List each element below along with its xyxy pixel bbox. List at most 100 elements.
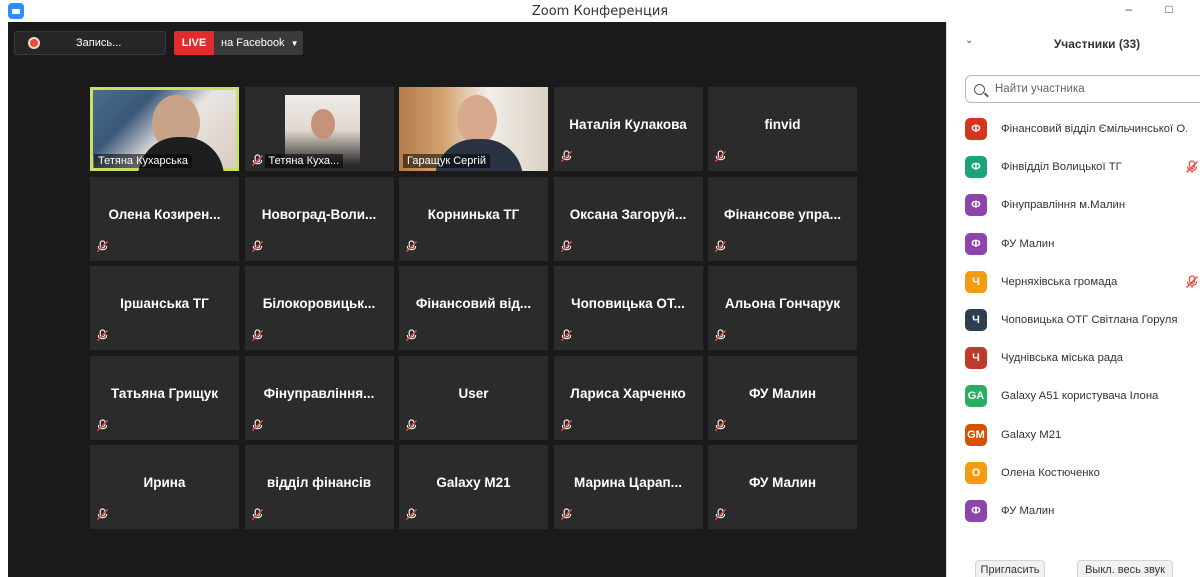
participant-list-name: Galaxy A51 користувача Ілона bbox=[1001, 390, 1159, 403]
live-destination-label: на Facebook bbox=[221, 37, 285, 49]
muted-mic-icon bbox=[251, 418, 264, 432]
participant-tile[interactable]: User bbox=[399, 355, 548, 440]
participant-list-item[interactable]: Ф Фінвідділ Волицької ТГ bbox=[947, 148, 1200, 186]
live-badge: LIVE bbox=[174, 31, 214, 55]
muted-mic-icon bbox=[251, 239, 264, 253]
participant-name: Олена Козирен... bbox=[108, 206, 221, 222]
participant-list-name: ФУ Малин bbox=[1001, 237, 1055, 250]
participant-list-item[interactable]: Ф Фінансовий відділ Ємільчинської О... bbox=[947, 110, 1200, 148]
participant-tile[interactable]: Наталія Кулакова bbox=[553, 87, 703, 171]
participant-list-item[interactable]: GA Galaxy A51 користувача Ілона bbox=[947, 377, 1200, 415]
participant-name: Білокоровицьк... bbox=[262, 296, 376, 311]
participant-list-name: Чоповицька ОТГ Світлана Горуля bbox=[1001, 314, 1178, 327]
minimize-icon[interactable]: – bbox=[1120, 2, 1138, 16]
participant-tile[interactable]: Білокоровицьк... bbox=[244, 266, 394, 350]
participant-list-item[interactable]: Ф ФУ Малин bbox=[947, 225, 1200, 263]
participant-list-name: Фінуправління м.Малин bbox=[1001, 199, 1126, 212]
participant-tile[interactable]: Тетяна Куха... bbox=[244, 87, 394, 171]
avatar: Ф bbox=[965, 118, 987, 141]
maximize-icon[interactable]: □ bbox=[1160, 2, 1178, 16]
panel-footer: Пригласить Выкл. весь звук bbox=[947, 560, 1200, 577]
participant-list-item[interactable]: Ч Чоповицька ОТГ Світлана Горуля bbox=[947, 301, 1200, 339]
recording-label: Запись... bbox=[76, 37, 122, 49]
muted-mic-icon bbox=[560, 508, 573, 521]
participant-list-name: ФУ Малин bbox=[1001, 504, 1055, 517]
muted-mic-icon[interactable] bbox=[1185, 275, 1199, 289]
muted-mic-icon bbox=[714, 329, 727, 342]
participant-tile[interactable]: Іршанська ТГ bbox=[90, 266, 239, 350]
participant-list-item[interactable]: Ч Черняхівська громада bbox=[947, 263, 1200, 301]
avatar: Ч bbox=[965, 309, 987, 332]
live-destination-dropdown[interactable]: на Facebook ▼ bbox=[214, 31, 303, 55]
participant-tile[interactable]: ФУ Малин bbox=[708, 355, 857, 440]
panel-header: ⌄ Участники (33) bbox=[947, 22, 1200, 66]
participant-name: Оксана Загоруй... bbox=[569, 206, 687, 222]
search-icon bbox=[974, 83, 985, 95]
participant-list-item[interactable]: Ф ФУ Малин bbox=[947, 492, 1200, 530]
participant-name: Ирина bbox=[143, 475, 186, 490]
participant-tile[interactable]: Татьяна Грищук bbox=[90, 355, 239, 440]
video-feed-face bbox=[310, 109, 335, 139]
muted-mic-icon bbox=[96, 239, 109, 253]
participant-list-item[interactable]: О Олена Костюченко bbox=[947, 454, 1200, 492]
participant-tile[interactable]: Тетяна Кухарська bbox=[90, 87, 239, 171]
muted-mic-icon bbox=[405, 418, 418, 432]
participant-tile[interactable]: Марина Царап... bbox=[553, 445, 703, 529]
mute-all-button[interactable]: Выкл. весь звук bbox=[1077, 560, 1173, 577]
participant-name: Іршанська ТГ bbox=[120, 296, 209, 311]
recording-indicator[interactable]: Запись... bbox=[14, 31, 166, 55]
muted-mic-icon bbox=[405, 329, 418, 342]
participant-name: Тетяна Кухарська bbox=[94, 154, 193, 168]
muted-mic-icon bbox=[96, 418, 109, 432]
muted-mic-icon bbox=[560, 418, 573, 432]
avatar: GM bbox=[965, 423, 987, 446]
participant-list-name: Черняхівська громада bbox=[1001, 275, 1118, 288]
participant-tile[interactable]: Альона Гончарук bbox=[708, 266, 857, 350]
participant-name: Фінуправління... bbox=[263, 385, 375, 401]
participant-list-item[interactable]: Ф Фінуправління м.Малин bbox=[947, 186, 1200, 224]
participant-search[interactable] bbox=[965, 75, 1200, 103]
participant-tile[interactable]: Гаращук Сергій bbox=[399, 87, 548, 171]
participant-name: відділ фінансів bbox=[266, 475, 372, 490]
muted-mic-icon bbox=[251, 329, 264, 342]
invite-button[interactable]: Пригласить bbox=[975, 560, 1045, 577]
participant-tile[interactable]: ФУ Малин bbox=[708, 445, 857, 529]
participant-list-name: Олена Костюченко bbox=[1001, 466, 1100, 479]
participant-tile[interactable]: Фінансовий від... bbox=[399, 266, 548, 350]
participant-tile[interactable]: Новоград-Воли... bbox=[244, 176, 394, 261]
participant-tile[interactable]: Оксана Загоруй... bbox=[553, 176, 703, 261]
participant-tile[interactable]: Ирина bbox=[90, 445, 239, 529]
muted-mic-icon[interactable] bbox=[1185, 160, 1199, 174]
participant-name: Лариса Харченко bbox=[570, 385, 686, 401]
participant-name: ФУ Малин bbox=[748, 385, 817, 401]
participant-tile[interactable]: Корнинька ТГ bbox=[399, 176, 548, 261]
search-input[interactable] bbox=[995, 83, 1195, 95]
participant-list-name: Чуднівська міська рада bbox=[1001, 352, 1124, 365]
muted-mic-icon bbox=[251, 508, 264, 521]
participant-tile[interactable]: finvid bbox=[708, 87, 857, 171]
participant-list-item[interactable]: GM Galaxy M21 bbox=[947, 416, 1200, 454]
avatar: Ч bbox=[965, 347, 987, 370]
muted-mic-icon bbox=[405, 508, 418, 521]
muted-mic-icon bbox=[560, 239, 573, 253]
avatar: Ф bbox=[965, 499, 987, 522]
participant-tile[interactable]: Galaxy M21 bbox=[399, 445, 548, 529]
participant-name: Наталія Кулакова bbox=[569, 117, 687, 132]
participant-name: Чоповицька ОТ... bbox=[571, 296, 685, 311]
participant-tile[interactable]: відділ фінансів bbox=[244, 445, 394, 529]
muted-mic-icon bbox=[96, 329, 109, 342]
participant-list-item[interactable]: Ч Чуднівська міська рада bbox=[947, 339, 1200, 377]
muted-mic-icon bbox=[714, 150, 727, 163]
muted-mic-icon bbox=[714, 239, 727, 253]
participant-name: Новоград-Воли... bbox=[261, 206, 377, 222]
participant-list-name: Фінвідділ Волицької ТГ bbox=[1001, 161, 1122, 174]
participant-tile[interactable]: Чоповицька ОТ... bbox=[553, 266, 703, 350]
window-title: Zoom Конференция bbox=[531, 3, 669, 19]
muted-mic-icon bbox=[714, 508, 727, 521]
participant-tile[interactable]: Фінансове упра... bbox=[708, 176, 857, 261]
participant-tile[interactable]: Фінуправління... bbox=[244, 355, 394, 440]
participant-name: Марина Царап... bbox=[574, 475, 682, 490]
participant-tile[interactable]: Лариса Харченко bbox=[553, 355, 703, 440]
participant-tile[interactable]: Олена Козирен... bbox=[90, 176, 239, 261]
participant-name: Galaxy M21 bbox=[436, 475, 511, 490]
